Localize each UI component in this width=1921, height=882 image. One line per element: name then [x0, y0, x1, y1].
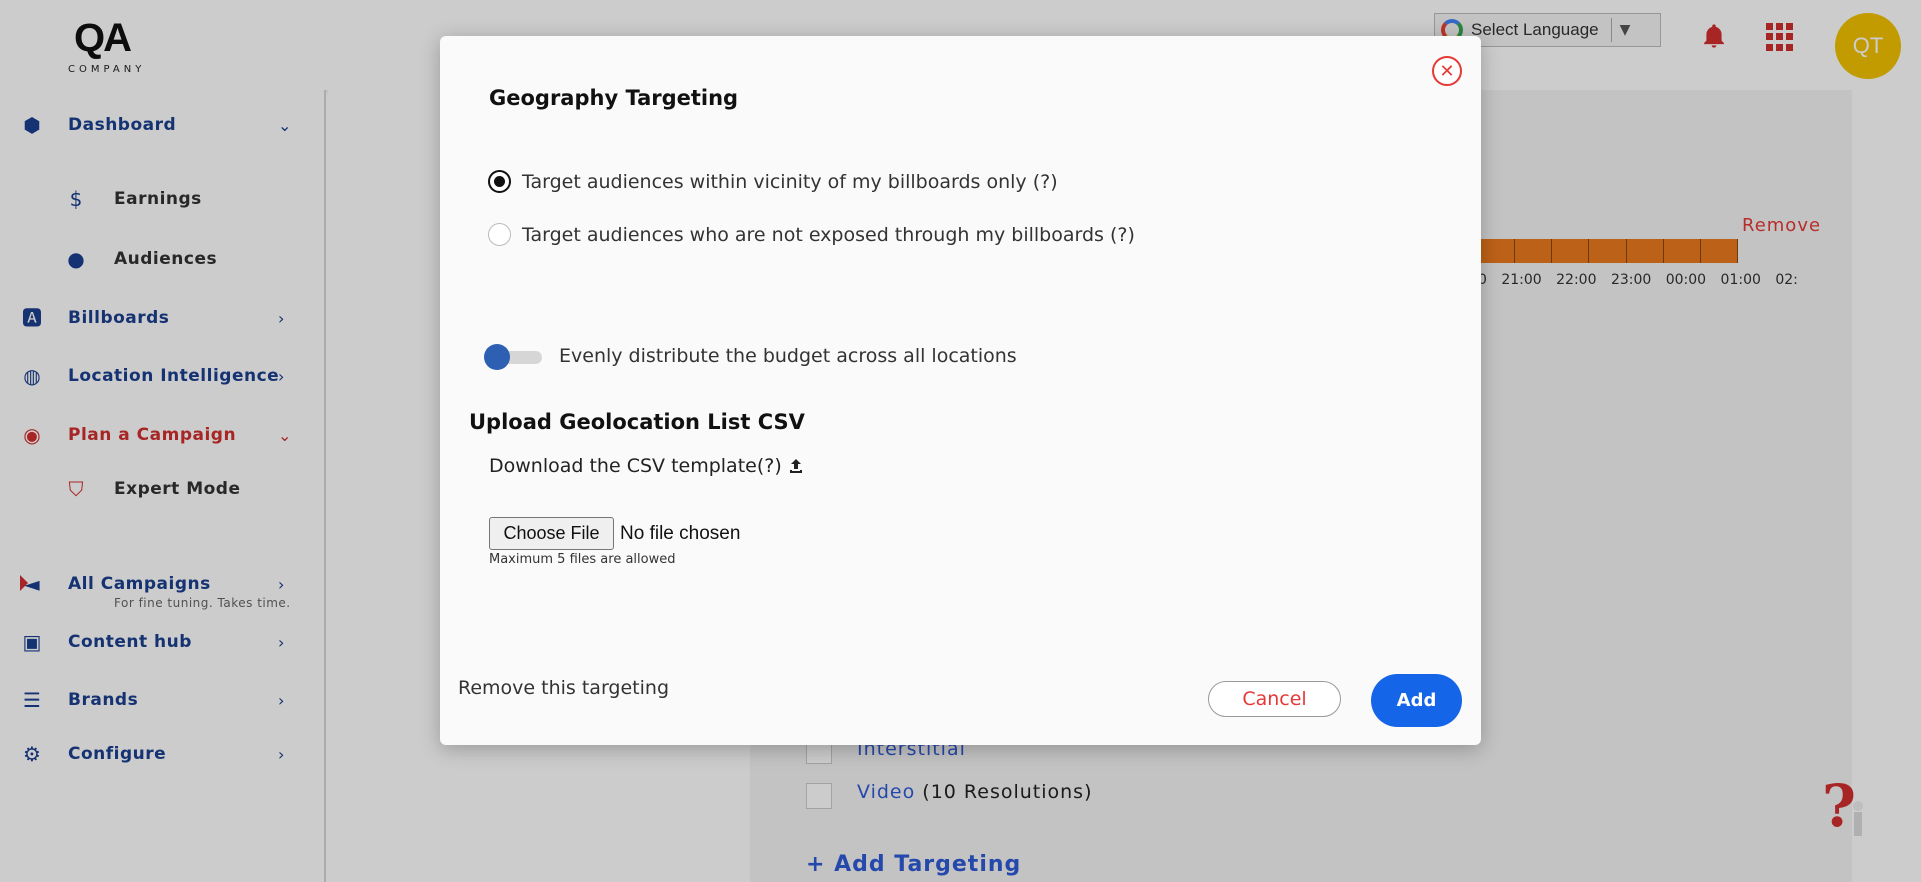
geography-targeting-modal: ✕ Geography Targeting Target audiences w…: [440, 36, 1481, 745]
toggle-label: Evenly distribute the budget across all …: [559, 345, 1017, 367]
remove-targeting-link[interactable]: Remove this targeting: [458, 677, 669, 699]
radio-label-vicinity: Target audiences within vicinity of my b…: [522, 170, 1058, 193]
file-hint: Maximum 5 files are allowed: [489, 552, 676, 567]
download-template-link[interactable]: Download the CSV template(?): [489, 455, 804, 477]
cancel-button[interactable]: Cancel: [1208, 681, 1341, 717]
file-status: No file chosen: [620, 522, 741, 544]
radio-label-not-exposed: Target audiences who are not exposed thr…: [522, 223, 1135, 246]
even-distribution-toggle[interactable]: [484, 343, 544, 371]
radio-option-vicinity[interactable]: Target audiences within vicinity of my b…: [488, 170, 1058, 193]
radio-option-not-exposed[interactable]: Target audiences who are not exposed thr…: [488, 223, 1135, 246]
close-icon[interactable]: ✕: [1432, 56, 1462, 86]
file-input[interactable]: Choose File No file chosen: [489, 517, 740, 550]
download-template-label: Download the CSV template(?): [489, 455, 782, 477]
radio-button-not-exposed[interactable]: [488, 223, 511, 246]
modal-title: Geography Targeting: [489, 86, 739, 110]
choose-file-button[interactable]: Choose File: [489, 517, 614, 550]
add-button[interactable]: Add: [1371, 674, 1462, 727]
upload-section-title: Upload Geolocation List CSV: [469, 410, 805, 434]
toggle-knob: [484, 344, 510, 370]
radio-button-vicinity[interactable]: [488, 170, 511, 193]
upload-icon: [789, 459, 802, 473]
